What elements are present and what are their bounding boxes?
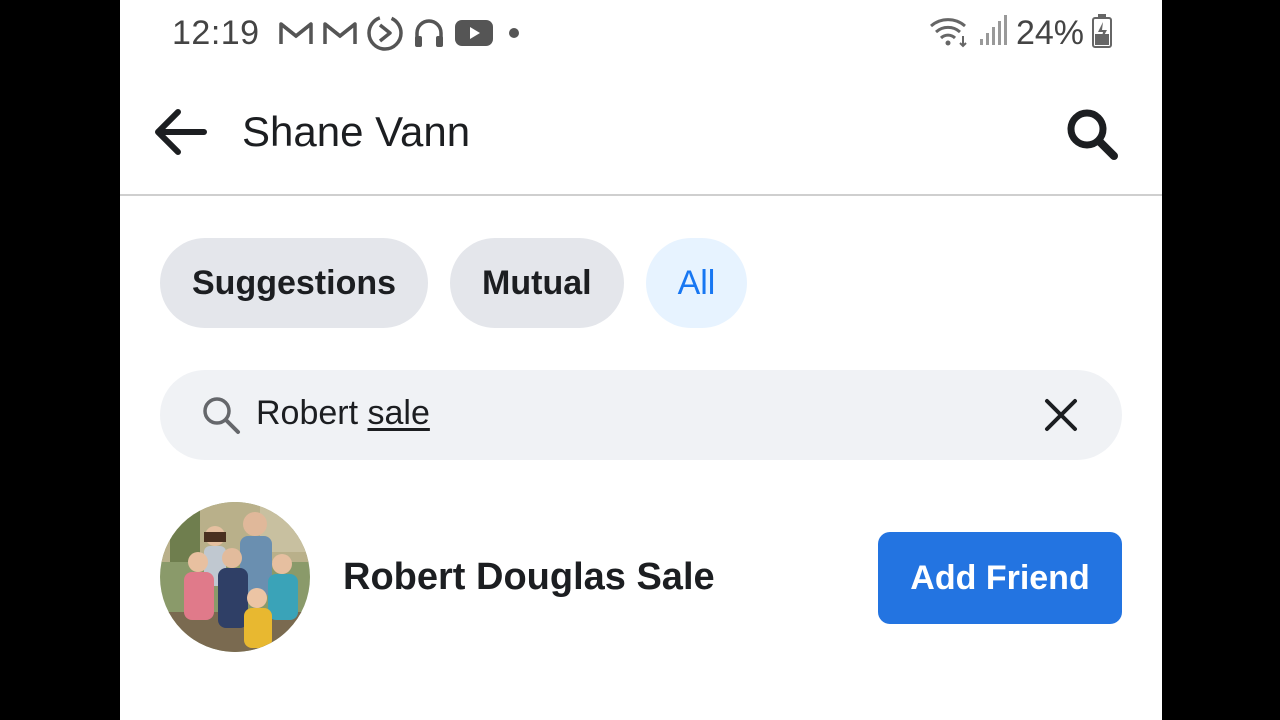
avatar[interactable] bbox=[160, 502, 310, 652]
status-time: 12:19 bbox=[172, 14, 260, 52]
status-system-icons: 24% bbox=[928, 13, 1112, 53]
back-arrow-icon bbox=[155, 109, 207, 155]
filter-chips: Suggestions Mutual All bbox=[160, 238, 748, 328]
search-button[interactable] bbox=[1062, 104, 1122, 164]
clear-search-button[interactable] bbox=[1040, 394, 1082, 436]
signal-icon bbox=[978, 14, 1008, 52]
search-icon bbox=[1067, 109, 1118, 160]
media-icon bbox=[366, 14, 404, 52]
search-input[interactable]: Robert sale bbox=[256, 394, 430, 433]
phone-screen: 12:19 24% Shane Vann Suggestions Mutual … bbox=[120, 0, 1162, 720]
youtube-icon bbox=[454, 18, 494, 48]
friend-search-box[interactable]: Robert sale bbox=[160, 370, 1122, 460]
add-friend-button[interactable]: Add Friend bbox=[878, 532, 1122, 624]
status-bar: 12:19 24% bbox=[120, 0, 1162, 66]
gmail-icon bbox=[322, 18, 358, 48]
notification-dot-icon bbox=[502, 21, 526, 45]
chip-suggestions[interactable]: Suggestions bbox=[160, 238, 429, 328]
list-item[interactable]: Robert Douglas Sale Add Friend bbox=[160, 502, 1122, 652]
headphones-icon bbox=[412, 16, 446, 50]
search-icon bbox=[200, 394, 242, 441]
search-input-text: Robert bbox=[256, 394, 368, 432]
chip-mutual[interactable]: Mutual bbox=[450, 238, 624, 328]
wifi-icon bbox=[928, 14, 970, 53]
back-button[interactable] bbox=[148, 102, 212, 162]
page-title: Shane Vann bbox=[242, 108, 471, 155]
battery-charging-icon bbox=[1092, 13, 1112, 53]
gmail-icon bbox=[278, 18, 314, 48]
result-name[interactable]: Robert Douglas Sale bbox=[343, 556, 715, 599]
battery-percent: 24% bbox=[1015, 13, 1084, 52]
app-header: Shane Vann bbox=[120, 66, 1162, 196]
chip-all[interactable]: All bbox=[645, 238, 748, 328]
search-input-composing-text: sale bbox=[367, 394, 430, 432]
status-notification-icons bbox=[278, 14, 526, 52]
close-icon bbox=[1045, 399, 1077, 431]
